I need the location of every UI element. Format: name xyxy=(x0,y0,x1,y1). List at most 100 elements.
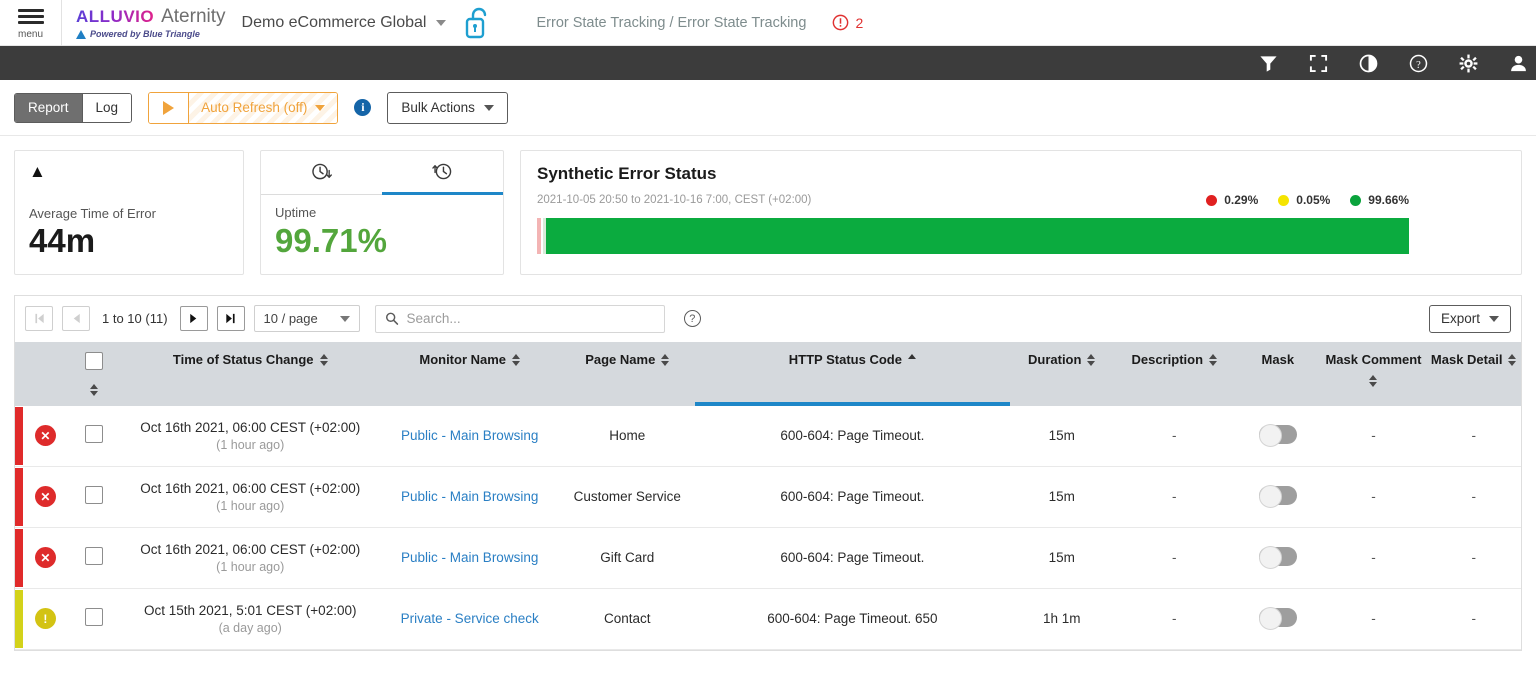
cell-mask[interactable] xyxy=(1235,527,1321,588)
cell-time-of-status-change: Oct 16th 2021, 06:00 CEST (+02:00)(1 hou… xyxy=(121,406,380,467)
next-page-icon xyxy=(187,312,200,325)
monitor-name-link[interactable]: Public - Main Browsing xyxy=(401,550,538,565)
row-select-cell[interactable] xyxy=(67,527,121,588)
th-page-name[interactable]: Page Name xyxy=(560,342,695,406)
tab-downtime[interactable] xyxy=(261,151,382,195)
monitor-name-link[interactable]: Public - Main Browsing xyxy=(401,428,538,443)
row-severity-bar xyxy=(15,527,24,588)
mask-toggle[interactable] xyxy=(1259,547,1297,566)
status-error-icon: ✕ xyxy=(35,547,56,568)
hamburger-menu-icon xyxy=(18,6,44,27)
th-select-all[interactable] xyxy=(67,342,121,406)
row-time-ago: (1 hour ago) xyxy=(125,560,376,574)
auto-refresh-control[interactable]: Auto Refresh (off) xyxy=(148,92,338,124)
sort-icon[interactable] xyxy=(512,352,520,366)
brand-secondary: Aternity xyxy=(161,6,225,28)
sort-icon[interactable] xyxy=(320,352,328,366)
cell-page-name: Customer Service xyxy=(560,466,695,527)
breadcrumb-text[interactable]: Error State Tracking / Error State Track… xyxy=(536,15,806,31)
first-page-button[interactable] xyxy=(25,306,53,331)
report-log-toggle[interactable]: Report Log xyxy=(14,93,132,123)
cell-mask[interactable] xyxy=(1235,406,1321,467)
table-row[interactable]: ✕Oct 16th 2021, 06:00 CEST (+02:00)(1 ho… xyxy=(15,406,1521,467)
cell-mask-detail: - xyxy=(1426,588,1521,649)
contrast-icon[interactable] xyxy=(1358,54,1378,73)
monitor-name-link[interactable]: Public - Main Browsing xyxy=(401,489,538,504)
table-help-icon[interactable]: ? xyxy=(684,310,701,327)
cell-monitor-name[interactable]: Public - Main Browsing xyxy=(380,466,560,527)
select-all-checkbox[interactable] xyxy=(85,352,103,370)
auto-refresh-dropdown[interactable]: Auto Refresh (off) xyxy=(189,93,337,123)
sort-icon[interactable] xyxy=(1209,352,1217,366)
table-row[interactable]: ✕Oct 16th 2021, 06:00 CEST (+02:00)(1 ho… xyxy=(15,527,1521,588)
info-icon[interactable]: i xyxy=(354,99,371,116)
row-checkbox[interactable] xyxy=(85,608,103,626)
sort-icon[interactable] xyxy=(90,382,98,396)
gear-icon[interactable] xyxy=(1458,54,1478,73)
th-mask-detail[interactable]: Mask Detail xyxy=(1426,342,1521,406)
sort-icon-ascending[interactable] xyxy=(908,352,916,359)
account-selector[interactable]: Demo eCommerce Global xyxy=(242,14,447,32)
user-icon[interactable] xyxy=(1508,54,1528,73)
uptime-card-tabs xyxy=(261,151,503,195)
status-segment-3 xyxy=(546,218,1409,254)
th-description[interactable]: Description xyxy=(1114,342,1236,406)
bulk-actions-button[interactable]: Bulk Actions xyxy=(387,92,508,124)
status-legend: 0.29% 0.05% 99.66% xyxy=(1206,193,1505,207)
log-tab[interactable]: Log xyxy=(82,94,132,122)
cell-mask[interactable] xyxy=(1235,588,1321,649)
page-size-select[interactable]: 10 / page xyxy=(254,305,360,332)
th-monitor-name[interactable]: Monitor Name xyxy=(380,342,560,406)
mask-toggle[interactable] xyxy=(1259,608,1297,627)
sort-icon[interactable] xyxy=(1369,373,1377,387)
prev-page-button[interactable] xyxy=(62,306,90,331)
row-select-cell[interactable] xyxy=(67,588,121,649)
th-time-of-status-change[interactable]: Time of Status Change xyxy=(121,342,380,406)
tab-uptime[interactable] xyxy=(382,151,503,195)
synthetic-error-status-card: Synthetic Error Status 2021-10-05 20:50 … xyxy=(520,150,1522,275)
sort-icon[interactable] xyxy=(1508,352,1516,366)
fullscreen-icon[interactable] xyxy=(1308,54,1328,73)
th-duration[interactable]: Duration xyxy=(1010,342,1114,406)
last-page-button[interactable] xyxy=(217,306,245,331)
help-icon[interactable]: ? xyxy=(1408,54,1428,73)
status-timeline-bar[interactable] xyxy=(537,218,1409,254)
mask-toggle[interactable] xyxy=(1259,425,1297,444)
table-row[interactable]: ✕ Oct 16th 2021, 06:00 CEST (+02:00)(1 ho… xyxy=(15,466,1521,527)
filter-icon[interactable] xyxy=(1258,54,1278,73)
report-tab[interactable]: Report xyxy=(15,94,82,122)
hamburger-menu-button[interactable]: menu xyxy=(0,0,62,46)
row-select-cell[interactable] xyxy=(67,406,121,467)
sort-icon[interactable] xyxy=(661,352,669,366)
export-button[interactable]: Export xyxy=(1429,305,1511,333)
status-error-icon: ✕ xyxy=(35,486,56,507)
cell-description: - xyxy=(1114,406,1236,467)
cell-mask-comment: - xyxy=(1321,588,1427,649)
average-time-of-error-card: ▲ Average Time of Error 44m xyxy=(14,150,244,275)
alert-count-badge[interactable]: 2 xyxy=(832,14,863,31)
table-row[interactable]: !Oct 15th 2021, 5:01 CEST (+02:00)(a day… xyxy=(15,588,1521,649)
play-button[interactable] xyxy=(149,93,189,123)
th-http-status-code[interactable]: HTTP Status Code xyxy=(695,342,1010,406)
search-input[interactable] xyxy=(407,311,655,326)
row-checkbox[interactable] xyxy=(85,547,103,565)
auto-refresh-label: Auto Refresh (off) xyxy=(201,100,307,115)
uptime-clock-icon xyxy=(431,160,454,183)
cell-monitor-name[interactable]: Private - Service check xyxy=(380,588,560,649)
mask-toggle[interactable] xyxy=(1259,486,1297,505)
sort-icon[interactable] xyxy=(1087,352,1095,366)
cell-mask[interactable] xyxy=(1235,466,1321,527)
row-select-cell[interactable] xyxy=(67,466,121,527)
average-time-of-error-label: Average Time of Error xyxy=(29,206,229,221)
cell-monitor-name[interactable]: Public - Main Browsing xyxy=(380,527,560,588)
cell-time-of-status-change: Oct 16th 2021, 06:00 CEST (+02:00)(1 hou… xyxy=(121,466,380,527)
row-checkbox[interactable] xyxy=(85,486,103,504)
monitor-name-link[interactable]: Private - Service check xyxy=(401,611,539,626)
cell-monitor-name[interactable]: Public - Main Browsing xyxy=(380,406,560,467)
search-box[interactable] xyxy=(375,305,665,333)
th-mask-comment[interactable]: Mask Comment xyxy=(1321,342,1427,406)
next-page-button[interactable] xyxy=(180,306,208,331)
unlock-icon[interactable] xyxy=(464,6,492,40)
cell-http-status-code: 600-604: Page Timeout. 650 xyxy=(695,588,1010,649)
row-checkbox[interactable] xyxy=(85,425,103,443)
